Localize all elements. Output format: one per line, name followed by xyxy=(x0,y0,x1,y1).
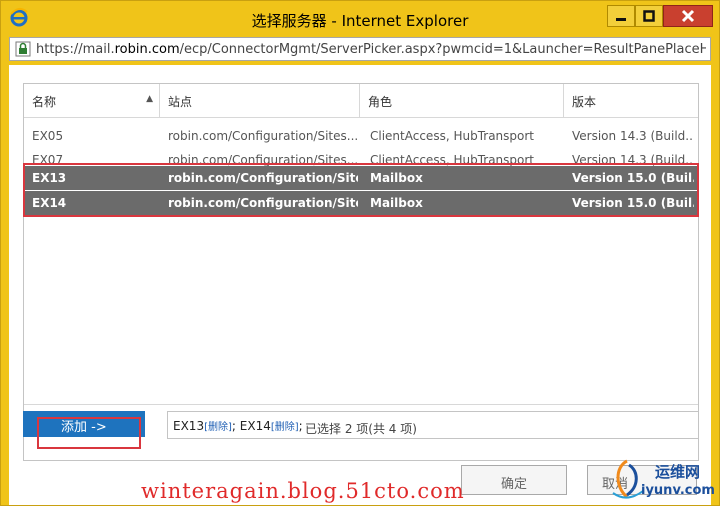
remove-link[interactable]: [删除] xyxy=(271,422,299,433)
selected-item: EX13 xyxy=(173,419,205,433)
maximize-button[interactable] xyxy=(635,5,663,27)
blog-watermark: winteragain.blog.51cto.com xyxy=(141,479,465,503)
ok-button[interactable]: 确定 xyxy=(461,465,567,495)
selection-highlight-annotation xyxy=(23,163,699,217)
minimize-button[interactable] xyxy=(607,5,635,27)
column-header-role[interactable]: 角色 xyxy=(360,84,564,118)
cell-version: Version 14.3 (Build... xyxy=(572,129,694,143)
maximize-icon xyxy=(643,10,655,22)
column-header-version[interactable]: 版本 xyxy=(564,84,698,118)
address-bar[interactable]: https://mail.robin.com/ecp/ConnectorMgmt… xyxy=(9,37,711,61)
column-header-label: 版本 xyxy=(572,95,597,109)
remove-link[interactable]: [删除] xyxy=(204,422,232,433)
dialog-content: 名称 ▲ 站点 角色 版本 EX05 robin.com/Configurati… xyxy=(9,65,711,505)
cell-name: EX05 xyxy=(32,129,64,143)
url-text: https://mail.robin.com/ecp/ConnectorMgmt… xyxy=(36,42,706,57)
cell-role: ClientAccess, HubTransport xyxy=(370,129,535,143)
close-icon xyxy=(681,9,695,23)
column-header-label: 名称 xyxy=(32,95,57,109)
sort-ascending-icon: ▲ xyxy=(146,94,153,104)
server-grid: 名称 ▲ 站点 角色 版本 EX05 robin.com/Configurati… xyxy=(23,83,699,461)
url-domain: robin.com xyxy=(114,42,180,57)
table-row[interactable]: EX05 robin.com/Configuration/Sites... Cl… xyxy=(24,124,698,148)
selected-item: EX14 xyxy=(239,419,271,433)
add-button-highlight-annotation xyxy=(37,417,141,449)
minimize-icon xyxy=(616,18,626,21)
column-header-site[interactable]: 站点 xyxy=(160,84,360,118)
logo-cn-text: 运维网 xyxy=(655,463,701,481)
url-prefix: https://mail. xyxy=(36,42,115,57)
close-button[interactable] xyxy=(663,5,713,27)
cell-site: robin.com/Configuration/Sites... xyxy=(168,129,358,143)
title-bar[interactable]: 选择服务器 - Internet Explorer xyxy=(1,1,719,35)
separator: ; xyxy=(298,419,303,433)
grid-header: 名称 ▲ 站点 角色 版本 xyxy=(24,84,698,118)
logo-en-text: iyunv.com xyxy=(641,483,715,498)
secure-page-icon xyxy=(15,41,31,57)
ie-window: 选择服务器 - Internet Explorer https://mail.r… xyxy=(0,0,720,506)
column-header-label: 站点 xyxy=(168,95,193,109)
column-header-name[interactable]: 名称 ▲ xyxy=(24,84,160,118)
site-logo-watermark: 运维网 iyunv.com xyxy=(607,457,719,505)
selected-servers-box: EX13[删除]; EX14[删除]; xyxy=(167,411,699,439)
column-header-label: 角色 xyxy=(368,95,393,109)
separator: ; xyxy=(231,419,236,433)
url-path: /ecp/ConnectorMgmt/ServerPicker.aspx?pwm… xyxy=(179,42,706,57)
